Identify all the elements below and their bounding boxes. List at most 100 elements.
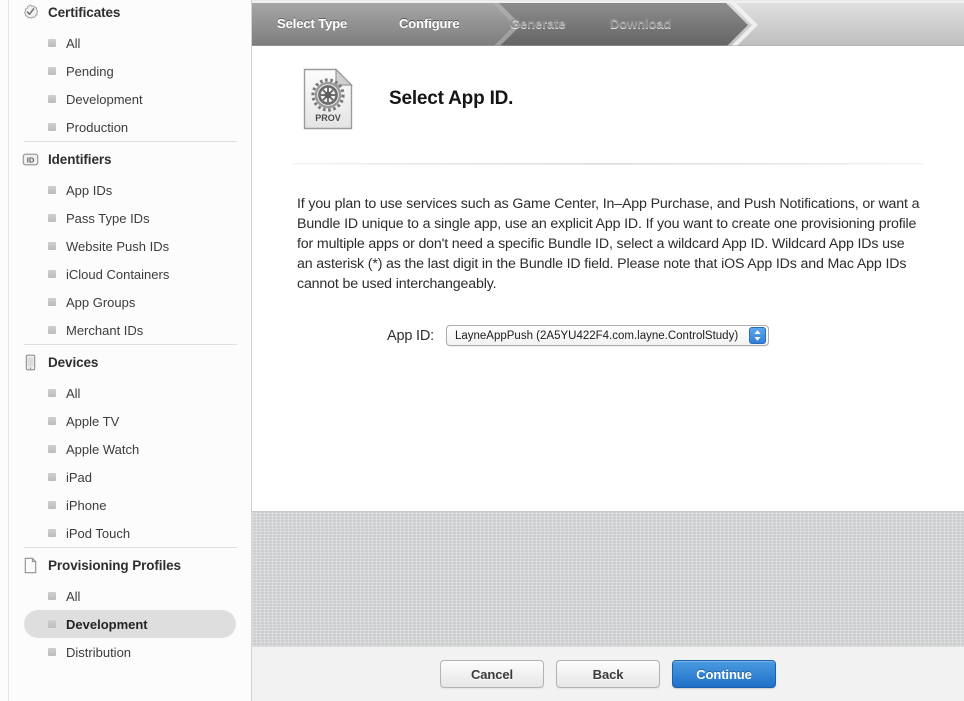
sidebar-item-label: Distribution [66,644,132,660]
sidebar-group-devices: Devices All Apple TV Apple Watch iPad iPhone i… [0,344,251,547]
main-panel: Select Type Configure Generate Download [252,0,964,701]
bullet-square-icon [48,298,56,306]
sidebar-item-label: iPhone [66,497,107,513]
sidebar-item-devices-apple-tv[interactable]: Apple TV [24,407,236,435]
sidebar-item-certificates-development[interactable]: Development [24,85,236,113]
sidebar-item-certificates-pending[interactable]: Pending [24,57,236,85]
sidebar-item-identifiers-merchant-ids[interactable]: Merchant IDs [24,316,236,344]
sidebar-group-label: Certificates [48,4,121,20]
id-badge-icon: ID [22,153,39,165]
provisioning-portal-window: Certificates All Pending Development Product… [0,0,964,701]
bullet-square-icon [48,270,56,278]
sidebar-item-label: All [66,588,81,604]
stepper-arrows-glyph [754,330,761,341]
app-id-label: App ID: [387,327,434,344]
sidebar-item-devices-ipad[interactable]: iPad [24,463,236,491]
back-button[interactable]: Back [556,660,660,688]
sidebar-item-label: Website Push IDs [66,238,170,254]
certificate-seal-icon [23,4,39,19]
bullet-square-icon [48,501,56,509]
sidebar-item-devices-ipod-touch[interactable]: iPod Touch [24,519,236,547]
app-id-field-row: App ID: LayneAppPush (2A5YU422F4.com.lay… [292,325,924,346]
bullet-square-icon [48,648,56,656]
bullet-square-icon [48,529,56,537]
app-id-select[interactable]: LayneAppPush (2A5YU422F4.com.layne.Contr… [445,325,770,346]
sidebar-item-label: Pending [66,63,114,79]
page-title: Select App ID. [389,88,514,109]
textured-filler-strip [252,511,964,646]
sidebar-group-identifiers: ID Identifiers App IDs Pass Type IDs Website… [0,141,251,344]
sidebar: Certificates All Pending Development Product… [0,0,252,701]
sidebar-group-label: Provisioning Profiles [48,557,181,573]
sidebar-group-header-devices[interactable]: Devices [0,345,251,379]
bullet-square-icon [48,473,56,481]
bullet-square-icon [48,123,56,131]
sidebar-item-label: App Groups [66,294,136,310]
app-id-selected-value: LayneAppPush (2A5YU422F4.com.layne.Contr… [454,329,739,342]
sidebar-item-certificates-all[interactable]: All [24,29,236,57]
bullet-square-icon [48,620,56,628]
continue-button[interactable]: Continue [672,660,776,688]
sidebar-item-label: Merchant IDs [66,322,144,338]
bullet-square-icon [48,242,56,250]
bullet-square-icon [48,67,56,75]
sidebar-group-label: Devices [48,354,99,370]
page-header: PROV Select App ID. [292,46,924,130]
sidebar-item-label: Apple Watch [66,441,140,457]
svg-text:ID: ID [27,155,35,164]
bullet-square-icon [48,389,56,397]
sidebar-group-header-identifiers[interactable]: ID Identifiers [0,142,251,176]
sidebar-item-label: Production [66,119,129,135]
sidebar-nav: Certificates All Pending Development Product… [0,0,251,666]
bullet-square-icon [48,39,56,47]
sidebar-item-label: Apple TV [66,413,120,429]
sidebar-item-identifiers-app-groups[interactable]: App Groups [24,288,236,316]
description-text: If you plan to use services such as Game… [297,196,920,292]
document-page-icon [24,557,37,573]
sidebar-item-devices-apple-watch[interactable]: Apple Watch [24,435,236,463]
bullet-square-icon [48,417,56,425]
bullet-square-icon [48,214,56,222]
step-download[interactable]: Download [610,16,671,31]
sidebar-item-identifiers-pass-type-ids[interactable]: Pass Type IDs [24,204,236,232]
sidebar-group-header-provisioning-profiles[interactable]: Provisioning Profiles [0,548,251,582]
sidebar-item-label: Development [66,616,148,632]
sidebar-item-identifiers-app-ids[interactable]: App IDs [24,176,236,204]
sidebar-item-provisioning-profiles-development[interactable]: Development [24,610,236,638]
wizard-step-bar: Select Type Configure Generate Download [252,0,964,46]
footer-button-bar: Cancel Back Continue [252,646,964,701]
sidebar-item-label: Development [66,91,143,107]
mobile-device-icon [25,354,36,370]
step-generate[interactable]: Generate [510,16,566,31]
content-area: PROV Select App ID. If you plan to use s… [252,46,964,511]
step-select-type[interactable]: Select Type [277,16,347,31]
sidebar-item-label: App IDs [66,182,113,198]
sidebar-group-header-certificates[interactable]: Certificates [0,0,251,29]
sidebar-group-label: Identifiers [48,151,112,167]
sidebar-item-provisioning-profiles-distribution[interactable]: Distribution [24,638,236,666]
cancel-button[interactable]: Cancel [440,660,544,688]
sidebar-group-provisioning-profiles: Provisioning Profiles All Development Distr… [0,547,251,666]
sidebar-item-label: Pass Type IDs [66,210,150,226]
provisioning-profile-file-icon: PROV [303,68,353,130]
sidebar-item-label: All [66,385,81,401]
bullet-square-icon [48,445,56,453]
sidebar-item-label: iPad [66,469,93,485]
sidebar-item-certificates-production[interactable]: Production [24,113,236,141]
bullet-square-icon [48,326,56,334]
step-chevrons [252,3,964,46]
sidebar-item-identifiers-icloud-containers[interactable]: iCloud Containers [24,260,236,288]
step-configure[interactable]: Configure [399,16,460,31]
bullet-square-icon [48,186,56,194]
sidebar-item-label: All [66,35,81,51]
sidebar-item-devices-iphone[interactable]: iPhone [24,491,236,519]
sidebar-item-devices-all[interactable]: All [24,379,236,407]
sidebar-group-certificates: Certificates All Pending Development Product… [0,0,251,141]
up-down-chevron-icon[interactable] [749,327,767,344]
sidebar-item-identifiers-website-push-ids[interactable]: Website Push IDs [24,232,236,260]
bullet-square-icon [48,592,56,600]
sidebar-item-provisioning-profiles-all[interactable]: All [24,582,236,610]
sidebar-item-label: iCloud Containers [66,266,170,282]
prov-icon-caption: PROV [315,113,341,123]
bullet-square-icon [48,95,56,103]
